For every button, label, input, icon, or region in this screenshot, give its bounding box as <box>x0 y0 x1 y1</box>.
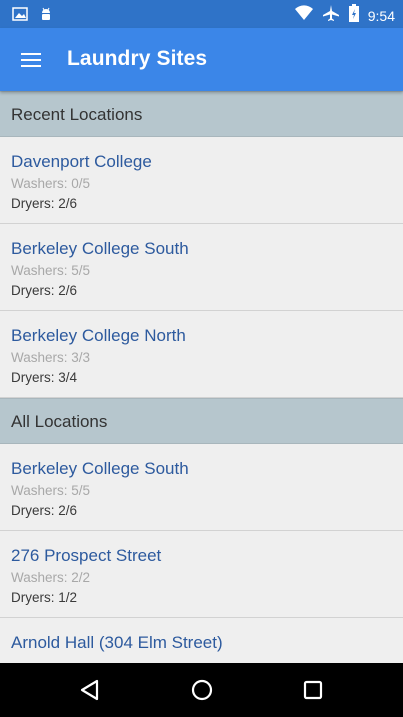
status-right-icons: 9:54 <box>294 4 395 27</box>
list-item[interactable]: Berkeley College South Washers: 5/5 Drye… <box>0 224 403 311</box>
dryers-count: Dryers: 1/2 <box>11 590 78 605</box>
location-name: Berkeley College North <box>11 326 186 345</box>
washers-count: Washers: 3/3 <box>11 350 91 365</box>
washers-count: Washers: 5/5 <box>11 263 91 278</box>
status-time: 9:54 <box>367 7 395 24</box>
location-name: 276 Prospect Street <box>11 546 162 565</box>
system-nav-bar <box>0 663 403 717</box>
dryers-count: Dryers: 2/6 <box>11 196 78 211</box>
back-icon[interactable] <box>70 674 110 706</box>
dryers-count: Dryers: 3/4 <box>11 370 78 385</box>
section-header-all: All Locations <box>0 398 403 444</box>
app-bar: Laundry Sites <box>0 28 403 91</box>
status-bar: 9:54 <box>0 0 403 28</box>
home-icon[interactable] <box>182 674 222 706</box>
recents-icon[interactable] <box>293 674 333 706</box>
list-item[interactable]: 276 Prospect Street Washers: 2/2 Dryers:… <box>0 531 403 618</box>
list-item[interactable]: Berkeley College North Washers: 3/3 Drye… <box>0 311 403 398</box>
status-left-icons <box>12 6 54 27</box>
hamburger-menu-icon[interactable] <box>12 42 48 78</box>
location-name: Arnold Hall (304 Elm Street) <box>11 633 223 652</box>
section-header-recent: Recent Locations <box>0 91 403 137</box>
airplane-icon <box>322 4 340 27</box>
location-name: Berkeley College South <box>11 239 189 258</box>
locations-list[interactable]: Recent Locations Davenport College Washe… <box>0 91 403 663</box>
dryers-count: Dryers: 2/6 <box>11 283 78 298</box>
list-item[interactable]: Arnold Hall (304 Elm Street) <box>0 618 403 663</box>
washers-count: Washers: 0/5 <box>11 176 91 191</box>
image-icon <box>12 6 28 27</box>
washers-count: Washers: 5/5 <box>11 483 91 498</box>
list-item[interactable]: Berkeley College South Washers: 5/5 Drye… <box>0 444 403 531</box>
washers-count: Washers: 2/2 <box>11 570 91 585</box>
wifi-icon <box>294 4 314 27</box>
dryers-count: Dryers: 2/6 <box>11 503 78 518</box>
page-title: Laundry Sites <box>67 47 208 70</box>
location-name: Berkeley College South <box>11 459 189 478</box>
list-item[interactable]: Davenport College Washers: 0/5 Dryers: 2… <box>0 137 403 224</box>
battery-icon <box>348 4 360 27</box>
location-name: Davenport College <box>11 152 152 171</box>
android-icon <box>38 6 54 27</box>
